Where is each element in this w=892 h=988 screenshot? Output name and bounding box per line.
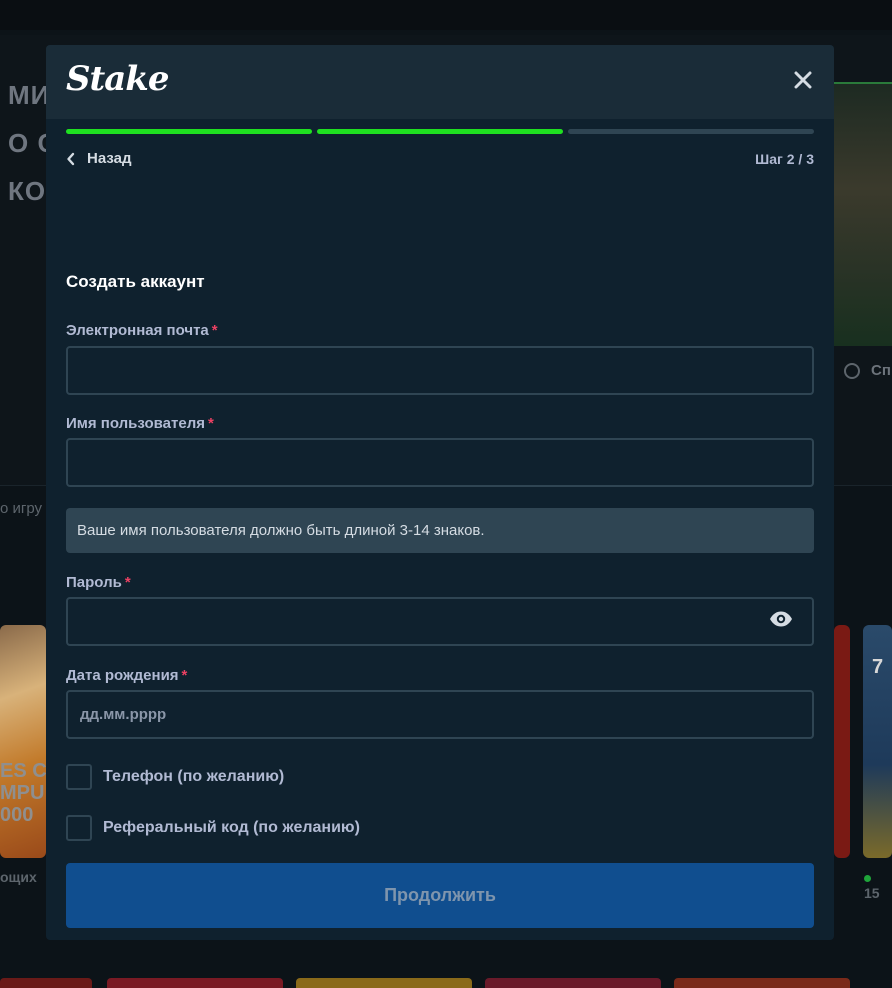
birthdate-field[interactable]	[66, 690, 814, 739]
game-card-number: 7	[872, 656, 884, 678]
back-button[interactable]: Назад	[66, 150, 131, 167]
referral-code-label: Реферальный код (по желанию)	[103, 819, 360, 836]
username-field[interactable]	[66, 438, 814, 487]
promo-banner-image	[834, 82, 892, 346]
game-card-title: ES C MPU 000	[0, 760, 47, 826]
username-label: Имя пользователя *	[66, 415, 214, 432]
close-button[interactable]	[792, 69, 814, 91]
password-field[interactable]	[66, 597, 814, 646]
background-topbar	[0, 0, 892, 30]
required-marker: *	[181, 667, 188, 684]
referral-code-checkbox-row[interactable]: Реферальный код (по желанию)	[66, 815, 360, 841]
phone-optional-checkbox[interactable]	[66, 764, 92, 790]
email-field[interactable]	[66, 346, 814, 395]
hero-text-line-3: КО	[8, 176, 47, 206]
close-icon	[794, 71, 812, 89]
modal-header: Stake	[46, 45, 834, 119]
birthdate-label: Дата рождения *	[66, 667, 187, 684]
phone-optional-checkbox-row[interactable]: Телефон (по желанию)	[66, 764, 284, 790]
progress-segment-3	[568, 129, 814, 134]
eye-icon	[770, 611, 792, 627]
sports-ball-icon	[844, 363, 860, 379]
game-card-thumbnail	[0, 978, 92, 988]
password-label-text: Пароль	[66, 574, 122, 591]
referral-code-checkbox[interactable]	[66, 815, 92, 841]
phone-optional-label: Телефон (по желанию)	[103, 768, 285, 785]
birthdate-label-text: Дата рождения	[66, 667, 179, 684]
game-card-thumbnail	[485, 978, 661, 988]
username-label-text: Имя пользователя	[66, 415, 205, 432]
game-card-players: 15	[864, 869, 892, 901]
game-card-thumbnail	[834, 625, 850, 858]
chevron-left-icon	[67, 152, 75, 165]
promo-banner-label: Сп	[871, 362, 891, 379]
step-navigation: Назад Шаг 2 / 3	[66, 150, 814, 170]
game-card-thumbnail	[107, 978, 283, 988]
form-title: Создать аккаунт	[66, 272, 205, 291]
email-label-text: Электронная почта	[66, 322, 209, 339]
password-label: Пароль *	[66, 574, 131, 591]
required-marker: *	[207, 415, 214, 432]
game-card-thumbnail	[674, 978, 850, 988]
step-progress-bar	[66, 129, 814, 134]
username-hint: Ваше имя пользователя должно быть длиной…	[66, 508, 814, 553]
game-card-thumbnail	[296, 978, 472, 988]
hero-text-line-1: МИ	[8, 80, 51, 110]
toggle-password-visibility-button[interactable]	[769, 611, 795, 629]
continue-button[interactable]: Продолжить	[66, 863, 814, 928]
stake-logo: Stake	[66, 59, 169, 99]
progress-segment-2	[317, 129, 563, 134]
step-indicator: Шаг 2 / 3	[755, 151, 814, 167]
required-marker: *	[124, 574, 131, 591]
back-button-label: Назад	[87, 150, 132, 167]
registration-modal: Stake Назад Шаг 2 / 3 Создать аккаунт Эл…	[46, 45, 834, 940]
games-section-label: о игру	[0, 500, 43, 517]
game-card-caption: ощих	[0, 869, 37, 885]
progress-segment-1	[66, 129, 312, 134]
email-label: Электронная почта *	[66, 322, 218, 339]
required-marker: *	[211, 322, 218, 339]
